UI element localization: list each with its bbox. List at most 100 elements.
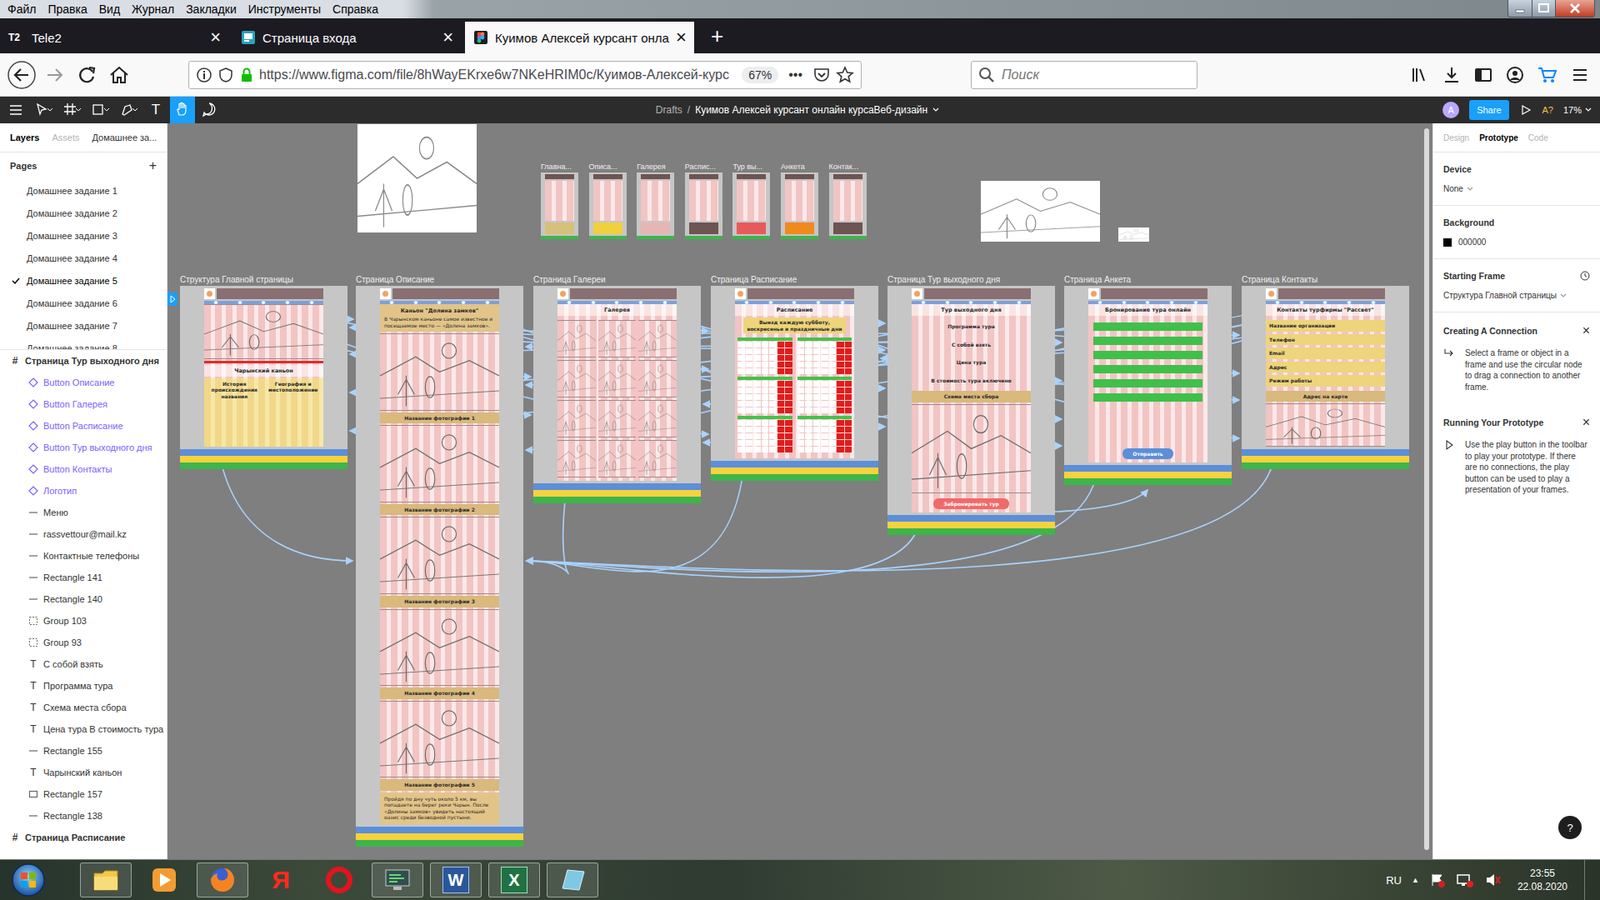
shape-tool-icon[interactable] <box>93 105 103 115</box>
move-tool-icon[interactable] <box>30 96 57 124</box>
sketch-frame[interactable] <box>998 214 1015 239</box>
layer-item[interactable]: Group 93 <box>0 631 167 654</box>
cart-icon[interactable] <box>1536 65 1559 85</box>
layer-item[interactable]: Rectangle 157 <box>0 783 167 805</box>
starting-frame-icon[interactable] <box>170 295 175 303</box>
info-icon[interactable] <box>203 70 205 73</box>
home-icon[interactable] <box>105 61 134 89</box>
volume-icon[interactable] <box>1486 874 1495 886</box>
volume-icon[interactable] <box>1484 871 1501 889</box>
word-taskbar-button[interactable]: W <box>430 862 482 898</box>
page-frame[interactable]: Чарынский каньонИстория происхождения на… <box>180 285 348 470</box>
sketch-frame[interactable] <box>419 137 434 160</box>
file-name[interactable]: Куимов Алексей курсант онлайн курсаВеб-д… <box>695 104 928 116</box>
maximize-icon[interactable] <box>1532 0 1556 17</box>
frame-label[interactable]: Страница Описание <box>355 275 435 285</box>
layer-item[interactable]: Button Контакты <box>0 458 167 480</box>
minimize-icon[interactable] <box>1508 0 1533 17</box>
start-button-icon[interactable] <box>29 880 36 888</box>
page-item[interactable]: Домашнее задание 3 <box>0 224 167 247</box>
url-bar[interactable]: https://www.figma.com/file/8hWayEKrxe6w7… <box>188 60 862 90</box>
device-select[interactable]: None <box>1443 184 1590 194</box>
clock[interactable]: 23:5522.08.2020 <box>1517 866 1568 894</box>
download-icon[interactable] <box>1441 65 1462 85</box>
layer-item[interactable]: TЦена тура В стоимость тура ... <box>0 718 167 740</box>
page-frame[interactable]: Тур выходного дняПрограмма тураС собой в… <box>887 285 1055 535</box>
canvas[interactable]: Главна...Описа...ГалереяРаспис...Тур вы.… <box>167 123 1433 860</box>
star-icon[interactable] <box>835 65 855 85</box>
back-icon[interactable] <box>6 60 37 90</box>
start-button-icon[interactable] <box>29 872 36 880</box>
zoom-control[interactable]: 17% <box>1563 105 1592 115</box>
pen-tool-icon[interactable] <box>115 96 142 124</box>
shield-icon[interactable] <box>220 68 232 82</box>
info-icon[interactable] <box>203 73 205 80</box>
frame-label[interactable]: Страница Тур выходного дня <box>887 275 1000 285</box>
thumbnail-frame[interactable]: Контак... <box>829 162 870 240</box>
cart-icon[interactable] <box>1543 79 1547 83</box>
shield-icon[interactable] <box>217 66 235 84</box>
hamburger-menu-icon[interactable] <box>1570 65 1590 85</box>
page-item[interactable]: Домашнее задание 2 <box>0 201 167 225</box>
sketch-frame[interactable] <box>357 156 477 185</box>
page-frame[interactable]: РасписаниеВыезд каждую субботу, воскресе… <box>710 285 879 481</box>
home-icon[interactable] <box>110 67 128 83</box>
search-input[interactable] <box>1000 66 1190 84</box>
frame-label[interactable]: Страница Контакты <box>1241 275 1318 285</box>
sketch-frame[interactable] <box>1134 229 1138 232</box>
pocket-icon[interactable] <box>812 65 831 85</box>
url-text[interactable]: https://www.figma.com/file/8hWayEKrxe6w7… <box>259 67 737 83</box>
star-icon[interactable] <box>837 67 853 82</box>
start-button-icon[interactable] <box>12 864 45 896</box>
frame-tool-icon[interactable] <box>58 96 85 124</box>
back-icon[interactable] <box>6 60 37 90</box>
close-button[interactable]: × <box>1582 415 1590 430</box>
reload-icon[interactable] <box>73 61 100 89</box>
start-button-icon[interactable] <box>10 861 47 899</box>
pocket-icon[interactable] <box>815 69 829 81</box>
firefox-taskbar-button[interactable] <box>196 862 249 898</box>
shape-tool-icon[interactable] <box>104 108 110 111</box>
minimize-icon[interactable] <box>1515 10 1525 13</box>
excel-taskbar-button[interactable]: X <box>488 862 540 898</box>
frame-layer[interactable]: #Страница Расписание <box>0 826 167 849</box>
opera-taskbar-button[interactable] <box>313 862 365 898</box>
starting-frame-icon[interactable] <box>167 292 178 306</box>
sketch-frame[interactable] <box>375 184 392 228</box>
help-button[interactable]: ? <box>1558 815 1582 840</box>
volume-icon[interactable] <box>1495 876 1500 884</box>
action-center-icon[interactable] <box>1438 880 1445 888</box>
frame-label[interactable]: Страница Анкета <box>1064 275 1131 285</box>
forward-icon[interactable] <box>47 69 62 81</box>
cart-icon[interactable] <box>1538 68 1556 78</box>
canvas-scrollbar[interactable] <box>1424 128 1430 850</box>
comment-tool-icon[interactable] <box>196 96 222 124</box>
page-frame[interactable]: Контакты турфирмы "Рассвет"Название орга… <box>1241 285 1410 470</box>
cart-icon[interactable] <box>1550 79 1555 83</box>
panel-tab[interactable]: Assets <box>51 132 80 143</box>
menu-item[interactable]: Закладки <box>180 2 243 16</box>
monitor-taskbar-button[interactable] <box>371 862 424 898</box>
play-icon[interactable] <box>1519 103 1533 117</box>
accessibility-badge[interactable]: A? <box>1542 105 1554 115</box>
hand-tool-icon[interactable] <box>170 96 195 124</box>
starting-frame-icon[interactable] <box>167 292 178 306</box>
reload-icon[interactable] <box>89 67 95 74</box>
sketch-frame[interactable] <box>402 185 412 215</box>
sketch-frame[interactable] <box>1123 235 1128 241</box>
shield-icon[interactable] <box>217 66 235 84</box>
reload-icon[interactable] <box>73 61 100 89</box>
panel-tab[interactable]: Layers <box>10 132 40 143</box>
frame-tool-icon[interactable] <box>64 103 76 115</box>
sketch-frame[interactable] <box>980 180 1100 242</box>
browser-tab[interactable]: T2Tele2× <box>0 21 230 54</box>
sketch-frame[interactable] <box>1118 238 1150 240</box>
menu-item[interactable]: Журнал <box>125 2 180 16</box>
layer-item[interactable]: Контактные телефоны <box>0 545 167 567</box>
flow-info-icon[interactable] <box>1580 270 1590 281</box>
menu-tool-icon[interactable] <box>3 96 29 124</box>
close-icon[interactable] <box>1570 4 1580 13</box>
page-item[interactable]: Домашнее задание 7 <box>0 314 167 337</box>
menu-tool-icon[interactable] <box>3 96 29 124</box>
layer-item[interactable]: Rectangle 140 <box>0 588 167 610</box>
